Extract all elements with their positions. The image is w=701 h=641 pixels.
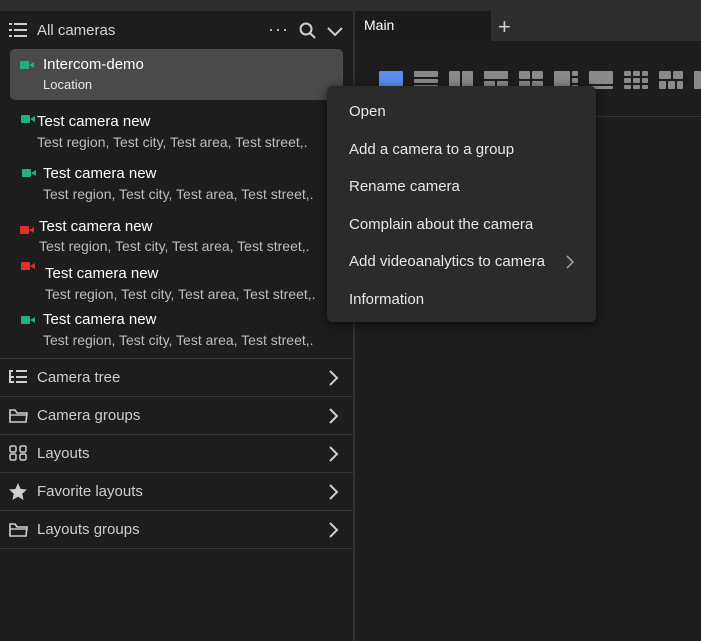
menu-item-add-to-group[interactable]: Add a camera to a group [349, 141, 514, 158]
section-label: Layouts [37, 445, 90, 462]
camera-offline-icon [20, 226, 34, 234]
layout-cell [572, 71, 578, 76]
menu-item-add-videoanalytics[interactable]: Add videoanalytics to camera [349, 253, 545, 270]
menu-item-open[interactable]: Open [349, 103, 386, 120]
section-camera-groups[interactable]: Camera groups [0, 396, 353, 434]
camera-body [21, 316, 30, 324]
section-camera-tree[interactable]: Camera tree [0, 358, 353, 396]
top-strip [0, 0, 701, 11]
camera-body [21, 115, 30, 123]
layout-cell [694, 71, 701, 89]
context-menu: Open Add a camera to a group Rename came… [327, 86, 596, 322]
camera-lens [29, 227, 34, 233]
layout-cell [414, 71, 438, 77]
section-label: Camera tree [37, 369, 121, 386]
layout-cell [633, 78, 640, 83]
layout-cell [624, 71, 631, 76]
layout-cell [624, 85, 631, 89]
layout-cell [484, 71, 508, 79]
tab-bar: Main + [355, 11, 701, 41]
sidebar: All cameras ··· Intercom-demo Location T… [0, 11, 353, 641]
sidebar-header: All cameras ··· [0, 11, 353, 49]
menu-item-information[interactable]: Information [349, 291, 424, 308]
chevron-right-icon [329, 446, 339, 467]
grid-icon [9, 445, 28, 466]
camera-lens [29, 62, 34, 68]
tab-main[interactable]: Main [355, 11, 491, 41]
chevron-down-icon[interactable] [327, 24, 343, 42]
layout-cell [414, 79, 438, 83]
section-label: Layouts groups [37, 521, 140, 538]
camera-body [22, 169, 31, 177]
camera-name: Test camera new [37, 113, 151, 130]
camera-location: Test region, Test city, Test area, Test … [39, 238, 310, 254]
folder-icon [9, 407, 28, 428]
camera-online-icon [21, 316, 35, 324]
camera-offline-icon [21, 262, 35, 270]
layout-cell [642, 71, 648, 76]
layout-cell [677, 81, 683, 89]
camera-location: Test region, Test city, Test area, Test … [45, 286, 316, 302]
chevron-right-icon [566, 255, 575, 274]
layout-cell [532, 71, 543, 79]
camera-lens [31, 170, 36, 176]
camera-name: Test camera new [39, 218, 153, 235]
camera-name: Test camera new [45, 265, 159, 282]
camera-lens [30, 263, 35, 269]
chevron-right-icon [329, 484, 339, 505]
layout-more-icon[interactable] [694, 71, 701, 89]
camera-location: Test region, Test city, Test area, Test … [43, 186, 314, 202]
layout-cell [624, 78, 631, 83]
add-tab-button[interactable]: + [498, 14, 511, 40]
layout-cell [642, 78, 648, 83]
chevron-right-icon [329, 408, 339, 429]
layout-cell [673, 71, 683, 79]
layout-cell [589, 71, 613, 84]
section-label: Camera groups [37, 407, 141, 424]
chevron-right-icon [329, 370, 339, 391]
camera-lens [30, 116, 35, 122]
camera-online-icon [20, 61, 34, 69]
menu-item-rename[interactable]: Rename camera [349, 178, 460, 195]
selected-camera-name: Intercom-demo [43, 56, 144, 73]
layout-cell [659, 71, 671, 79]
camera-location: Test region, Test city, Test area, Test … [43, 332, 314, 348]
camera-body [20, 226, 29, 234]
layout-cell [572, 78, 578, 83]
layout-cell [633, 85, 640, 89]
camera-name: Test camera new [43, 165, 157, 182]
list-icon [9, 23, 27, 42]
layout-cell [668, 81, 675, 89]
selected-camera-location: Location [43, 77, 93, 92]
tree-icon [9, 369, 28, 389]
star-icon [9, 483, 28, 506]
layout-cell [519, 71, 530, 79]
camera-location: Test region, Test city, Test area, Test … [37, 134, 308, 150]
section-layouts-groups[interactable]: Layouts groups [0, 510, 353, 549]
camera-online-icon [21, 115, 35, 123]
selected-camera-item[interactable]: Intercom-demo Location [10, 49, 343, 100]
section-label: Favorite layouts [37, 483, 143, 500]
section-layouts[interactable]: Layouts [0, 434, 353, 472]
chevron-right-icon [329, 522, 339, 543]
camera-body [21, 262, 30, 270]
search-icon[interactable] [299, 22, 316, 44]
camera-lens [30, 317, 35, 323]
folder-icon [9, 521, 28, 542]
layout-2-plus-grid-icon[interactable] [659, 71, 683, 89]
camera-body [20, 61, 29, 69]
layout-cell [659, 81, 666, 89]
tab-label: Main [364, 17, 395, 33]
section-favorite-layouts[interactable]: Favorite layouts [0, 472, 353, 510]
layout-cell [642, 85, 648, 89]
camera-name: Test camera new [43, 311, 157, 328]
sidebar-title: All cameras [37, 22, 116, 39]
menu-item-complain[interactable]: Complain about the camera [349, 216, 533, 233]
layout-cell [633, 71, 640, 76]
more-icon[interactable]: ··· [268, 19, 289, 40]
camera-online-icon [22, 169, 36, 177]
layout-3x3-icon[interactable] [624, 71, 648, 89]
